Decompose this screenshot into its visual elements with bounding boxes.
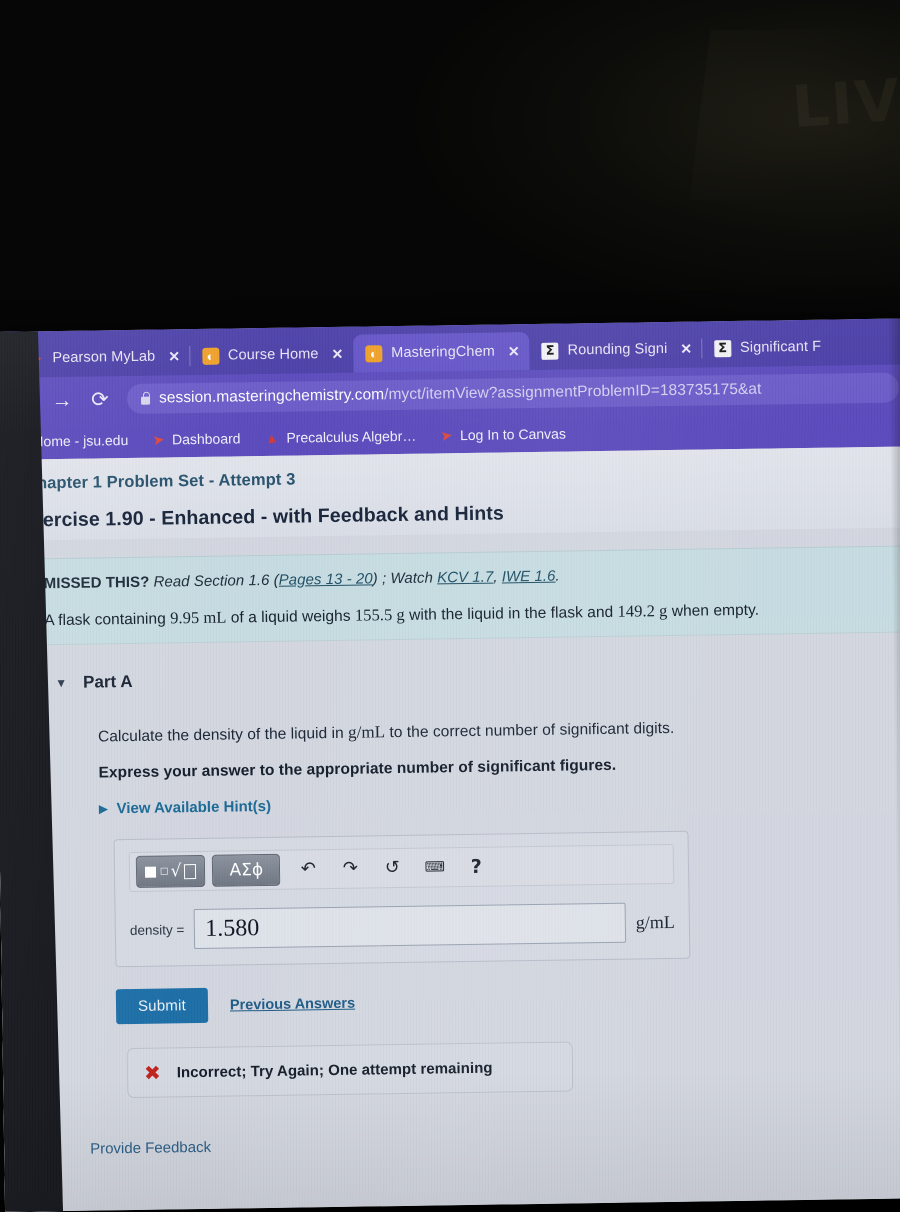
bookmark-dashboard[interactable]: ➤ Dashboard (151, 430, 241, 448)
pearson-icon: ➤ (439, 425, 454, 444)
page-title: Exercise 1.90 - Enhanced - with Feedback… (18, 502, 504, 532)
problem-statement: A flask containing 9.95 mL of a liquid w… (44, 597, 900, 630)
incorrect-x-icon: ✖ (143, 1060, 161, 1085)
browser-chrome: ➤ Pearson MyLab ✕ ◐ Course Home ✕ ◐ Mast… (0, 318, 900, 464)
question-block: Calculate the density of the liquid in g… (0, 680, 900, 819)
url-path: /myct/itemView?assignmentProblemID=18373… (384, 380, 762, 404)
pages-link[interactable]: Pages 13 - 20 (279, 570, 373, 588)
help-icon[interactable]: ? (455, 855, 497, 877)
missed-period: . (555, 567, 560, 585)
view-hints-link[interactable]: ▶ View Available Hint(s) (99, 788, 900, 817)
tab-masteringchem[interactable]: ◐ MasteringChem ✕ (352, 332, 530, 373)
chevron-right-icon: ▶ (99, 803, 108, 816)
reset-icon[interactable]: ↺ (371, 857, 413, 878)
tab-label: Course Home (227, 346, 319, 364)
missed-mid-text: ) ; Watch (372, 569, 438, 588)
feedback-text: Incorrect; Try Again; One attempt remain… (176, 1059, 493, 1081)
missed-this-label: MISSED THIS? (43, 573, 150, 593)
tab-label: Pearson MyLab (52, 348, 156, 367)
problem-mid1: of a liquid weighs (226, 607, 356, 627)
answer-units: g/mL (635, 911, 675, 933)
density-label: density = (129, 921, 185, 938)
monitor-screen: ➤ Pearson MyLab ✕ ◐ Course Home ✕ ◐ Mast… (0, 318, 900, 1212)
iwe-link[interactable]: IWE 1.6 (502, 568, 556, 586)
url-text: session.masteringchemistry.com/myct/item… (159, 381, 762, 408)
alek-icon: ▲ (263, 428, 280, 447)
tab-label: Rounding Signi (567, 340, 668, 359)
bookmark-precalculus[interactable]: ▲ Precalculus Algebr… (263, 427, 417, 447)
chevron-down-icon[interactable]: ▼ (55, 676, 67, 690)
close-icon[interactable]: ✕ (168, 348, 180, 365)
close-icon[interactable]: ✕ (680, 340, 692, 357)
bookmark-label: Log In to Canvas (459, 425, 566, 444)
tab-label: Significant F (739, 338, 822, 356)
missed-this-banner: MISSED THIS? Read Section 1.6 (Pages 13 … (0, 545, 900, 646)
question-lead: Calculate the density of the liquid in (97, 724, 349, 746)
reload-icon[interactable]: ⟳ (89, 388, 111, 411)
missed-this-line: MISSED THIS? Read Section 1.6 (Pages 13 … (43, 562, 900, 593)
question-tail: to the correct number of significant dig… (385, 719, 675, 742)
bookmark-label: Home - jsu.edu (33, 431, 129, 450)
backdrop-text: LIVE (789, 62, 900, 142)
submit-button[interactable]: Submit (115, 987, 209, 1025)
tab-pearson-mylab[interactable]: ➤ Pearson MyLab ✕ (14, 337, 190, 378)
problem-mass-full: 155.5 g (354, 604, 405, 625)
answer-input[interactable]: 1.580 (194, 902, 627, 950)
answer-input-row: density = 1.580 g/mL (130, 902, 676, 950)
tab-label: MasteringChem (391, 343, 496, 362)
tab-course-home[interactable]: ◐ Course Home ✕ (190, 335, 354, 375)
previous-answers-link[interactable]: Previous Answers (230, 995, 355, 1013)
sigma-icon: Σ (713, 339, 732, 357)
answer-widget: □ √ ΑΣϕ ↶ ↷ ↺ ⌨ ? density = 1.580 g/mL (113, 830, 691, 968)
close-icon[interactable]: ✕ (508, 343, 520, 360)
kcv-link[interactable]: KCV 1.7 (437, 569, 493, 587)
sigma-icon: Σ (541, 342, 559, 360)
pearson-icon: ➤ (151, 430, 166, 448)
page-header: ‹ Chapter 1 Problem Set - Attempt 3 Exer… (0, 446, 900, 541)
close-icon[interactable]: ✕ (331, 345, 343, 362)
greek-symbols-button[interactable]: ΑΣϕ (212, 853, 281, 887)
problem-mass-empty: 149.2 g (617, 601, 668, 621)
missed-comma: , (493, 568, 502, 586)
provide-feedback-link[interactable]: Provide Feedback (90, 1128, 900, 1158)
tab-significant-figures[interactable]: Σ Significant F (702, 328, 832, 368)
redo-icon[interactable]: ↷ (329, 858, 371, 879)
missed-read-text: Read Section 1.6 ( (153, 571, 279, 591)
bookmark-label: Precalculus Algebr… (286, 427, 417, 446)
view-hints-label: View Available Hint(s) (116, 797, 272, 818)
forward-icon[interactable]: → (51, 388, 73, 411)
keyboard-icon[interactable]: ⌨ (413, 859, 455, 875)
canvas-icon: ◐ (365, 344, 383, 362)
question-text: Calculate the density of the liquid in g… (98, 714, 900, 746)
problem-pre: A flask containing (44, 610, 171, 630)
template-radical-button[interactable]: □ √ (135, 854, 206, 888)
math-toolbar: □ √ ΑΣϕ ↶ ↷ ↺ ⌨ ? (128, 843, 675, 893)
problem-tail: when empty. (667, 601, 760, 621)
bookmark-label: Dashboard (171, 430, 241, 448)
undo-icon[interactable]: ↶ (287, 858, 329, 879)
canvas-icon: ◐ (201, 347, 220, 365)
part-a-label: Part A (82, 671, 133, 692)
feedback-banner: ✖ Incorrect; Try Again; One attempt rema… (126, 1041, 574, 1099)
problem-mid2: with the liquid in the flask and (404, 603, 618, 624)
url-input[interactable]: session.masteringchemistry.com/myct/item… (126, 372, 900, 415)
tab-rounding-significant[interactable]: Σ Rounding Signi ✕ (529, 329, 702, 370)
lock-icon (140, 396, 151, 405)
breadcrumb[interactable]: ‹ Chapter 1 Problem Set - Attempt 3 (18, 470, 295, 494)
problem-volume: 9.95 mL (170, 607, 227, 628)
url-host: session.masteringchemistry.com (158, 386, 385, 407)
action-row: Submit Previous Answers (115, 977, 900, 1025)
breadcrumb-label: Chapter 1 Problem Set - Attempt 3 (24, 470, 296, 493)
page-content: ‹ Chapter 1 Problem Set - Attempt 3 Exer… (0, 446, 900, 1212)
question-instruction: Express your answer to the appropriate n… (98, 756, 617, 782)
bookmark-log-in-canvas[interactable]: ➤ Log In to Canvas (439, 425, 566, 444)
question-units: g/mL (347, 722, 386, 742)
